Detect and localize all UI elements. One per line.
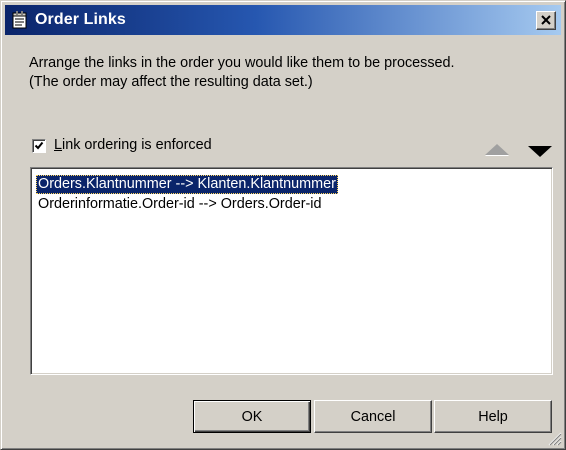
dialog-title: Order Links: [35, 11, 126, 28]
instructions-line-2: (The order may affect the resulting data…: [29, 74, 313, 90]
move-down-button[interactable]: [528, 146, 552, 157]
link-ordering-label[interactable]: Link ordering is enforced: [54, 137, 212, 153]
triangle-up-icon: [485, 144, 509, 155]
links-listbox[interactable]: Orders.Klantnummer --> Klanten.Klantnumm…: [30, 167, 553, 375]
help-button[interactable]: Help: [434, 400, 552, 433]
title-bar[interactable]: Order Links: [5, 5, 561, 35]
list-item[interactable]: Orderinformatie.Order-id --> Orders.Orde…: [36, 195, 323, 214]
link-ordering-checkbox[interactable]: [32, 139, 46, 153]
label-accelerator: L: [54, 137, 63, 153]
instructions-line-1: Arrange the links in the order you would…: [29, 55, 455, 71]
label-rest: ink ordering is enforced: [62, 137, 212, 153]
cancel-button[interactable]: Cancel: [314, 400, 432, 433]
resize-grip-icon[interactable]: [548, 432, 562, 446]
list-item[interactable]: Orders.Klantnummer --> Klanten.Klantnumm…: [36, 175, 338, 194]
order-links-dialog: Order Links Arrange the links in the ord…: [0, 0, 566, 450]
notepad-icon: [12, 11, 28, 29]
ok-button[interactable]: OK: [193, 400, 311, 433]
checkmark-icon: [34, 141, 44, 150]
close-icon: [541, 15, 551, 25]
close-button[interactable]: [536, 11, 556, 30]
instructions-text: Arrange the links in the order you would…: [29, 54, 455, 92]
